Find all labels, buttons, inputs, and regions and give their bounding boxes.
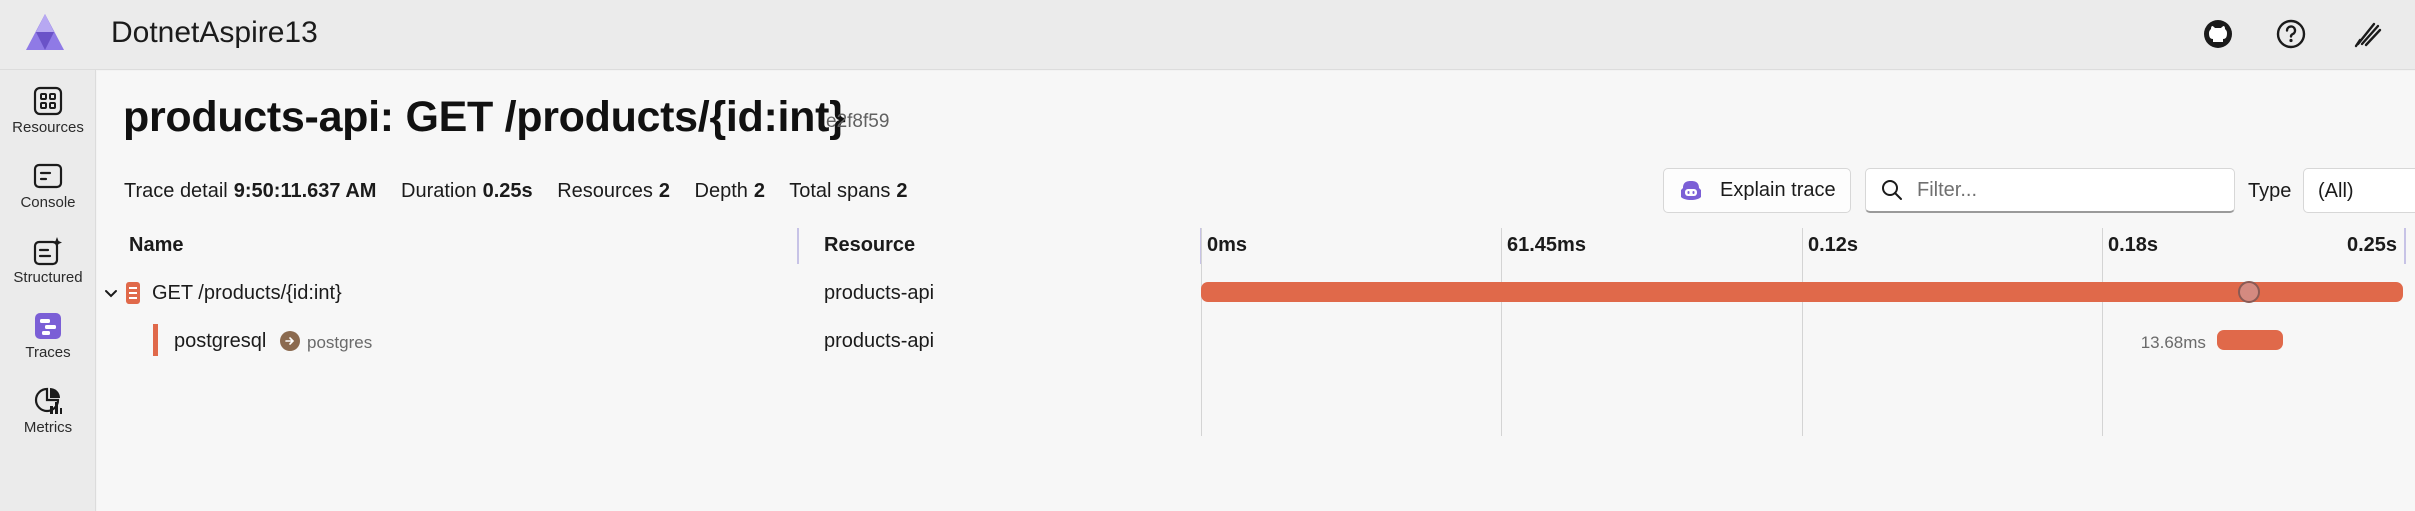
timeline-grid-line xyxy=(2102,228,2103,436)
timeline-tick: 0.25s xyxy=(2347,234,2398,256)
timeline-tick: 0ms xyxy=(1207,234,1248,256)
duration-label: Duration xyxy=(401,180,477,202)
settings-icon[interactable] xyxy=(2349,15,2387,53)
github-icon[interactable] xyxy=(2199,15,2237,53)
sidebar-item-label: Metrics xyxy=(23,419,73,436)
span-target: postgres xyxy=(307,333,373,352)
sidebar-item-label: Resources xyxy=(12,119,84,136)
span-bar[interactable] xyxy=(1201,282,2403,302)
duration-value: 0.25s xyxy=(482,180,533,202)
metrics-icon xyxy=(34,387,62,414)
traces-icon xyxy=(35,313,61,339)
trace-detail-value: 9:50:11.637 AM xyxy=(233,180,377,202)
app-title: DotnetAspire13 xyxy=(111,16,318,49)
column-resize-handle[interactable] xyxy=(797,228,799,264)
span-depth-indicator xyxy=(153,324,158,356)
total-spans-label: Total spans xyxy=(789,180,891,202)
project-resource-icon xyxy=(126,282,140,304)
resources-value: 2 xyxy=(658,180,670,202)
column-resize-handle[interactable] xyxy=(2404,228,2406,264)
span-event-marker[interactable] xyxy=(2238,281,2261,303)
top-header: DotnetAspire13 xyxy=(0,0,2415,70)
chevron-down-icon[interactable] xyxy=(103,286,119,307)
console-icon xyxy=(33,163,63,189)
timeline-tick: 0.18s xyxy=(2108,234,2159,256)
filter-box xyxy=(1865,168,2235,213)
trace-summary: Trace detail 9:50:11.637 AM Duration 0.25s… xyxy=(124,180,927,203)
timeline-tick: 61.45ms xyxy=(1507,234,1586,256)
type-label: Type xyxy=(2248,180,2292,202)
page-title: products-api: GET /products/{id:int} xyxy=(123,93,846,141)
arrow-right-icon xyxy=(280,331,300,351)
sidebar-item-console[interactable]: Console xyxy=(0,151,96,223)
explain-trace-button[interactable]: Explain trace xyxy=(1663,168,1851,213)
sidebar-item-label: Traces xyxy=(25,344,71,361)
span-resource: products-api xyxy=(824,282,935,304)
sidebar-item-label: Structured xyxy=(13,269,83,286)
sidebar-item-metrics[interactable]: Metrics xyxy=(0,376,96,448)
timeline-tick: 0.12s xyxy=(1808,234,1859,256)
structured-icon xyxy=(33,237,62,266)
main-content: products-api: GET /products/{id:int} e2f… xyxy=(97,71,2415,511)
copilot-icon xyxy=(1681,180,1701,200)
column-header-name[interactable]: Name xyxy=(129,234,183,257)
aspire-logo-icon[interactable] xyxy=(24,12,66,52)
timeline-grid-line xyxy=(1201,228,1202,436)
span-name: GET /products/{id:int} xyxy=(152,282,342,304)
total-spans-value: 2 xyxy=(896,180,908,202)
trace-detail-label: Trace detail xyxy=(124,180,228,202)
trace-id: e2f8f59 xyxy=(826,111,890,132)
span-name: postgresql xyxy=(174,330,267,352)
timeline-grid-line xyxy=(1501,228,1502,436)
type-select[interactable]: (All) xyxy=(2303,168,2415,213)
filter-input[interactable] xyxy=(1917,178,2217,202)
column-header-resource[interactable]: Resource xyxy=(824,234,915,257)
span-resource: products-api xyxy=(824,330,935,352)
sidebar-nav: Resources Console Structured Traces Metr… xyxy=(0,70,96,511)
sidebar-item-label: Console xyxy=(20,194,76,211)
span-duration-label: 13.68ms xyxy=(2140,333,2206,352)
sidebar-item-traces[interactable]: Traces xyxy=(0,301,96,373)
span-bar[interactable] xyxy=(2216,330,2283,350)
resources-icon xyxy=(33,86,63,116)
help-icon[interactable] xyxy=(2272,15,2310,53)
search-icon xyxy=(1882,180,1902,200)
sidebar-item-structured[interactable]: Structured xyxy=(0,226,96,298)
sidebar-item-resources[interactable]: Resources xyxy=(0,76,96,148)
depth-label: Depth xyxy=(694,180,748,202)
explain-trace-label: Explain trace xyxy=(1720,179,1836,201)
resources-label: Resources xyxy=(557,180,653,202)
timeline-grid-line xyxy=(1802,228,1803,436)
depth-value: 2 xyxy=(753,180,766,202)
